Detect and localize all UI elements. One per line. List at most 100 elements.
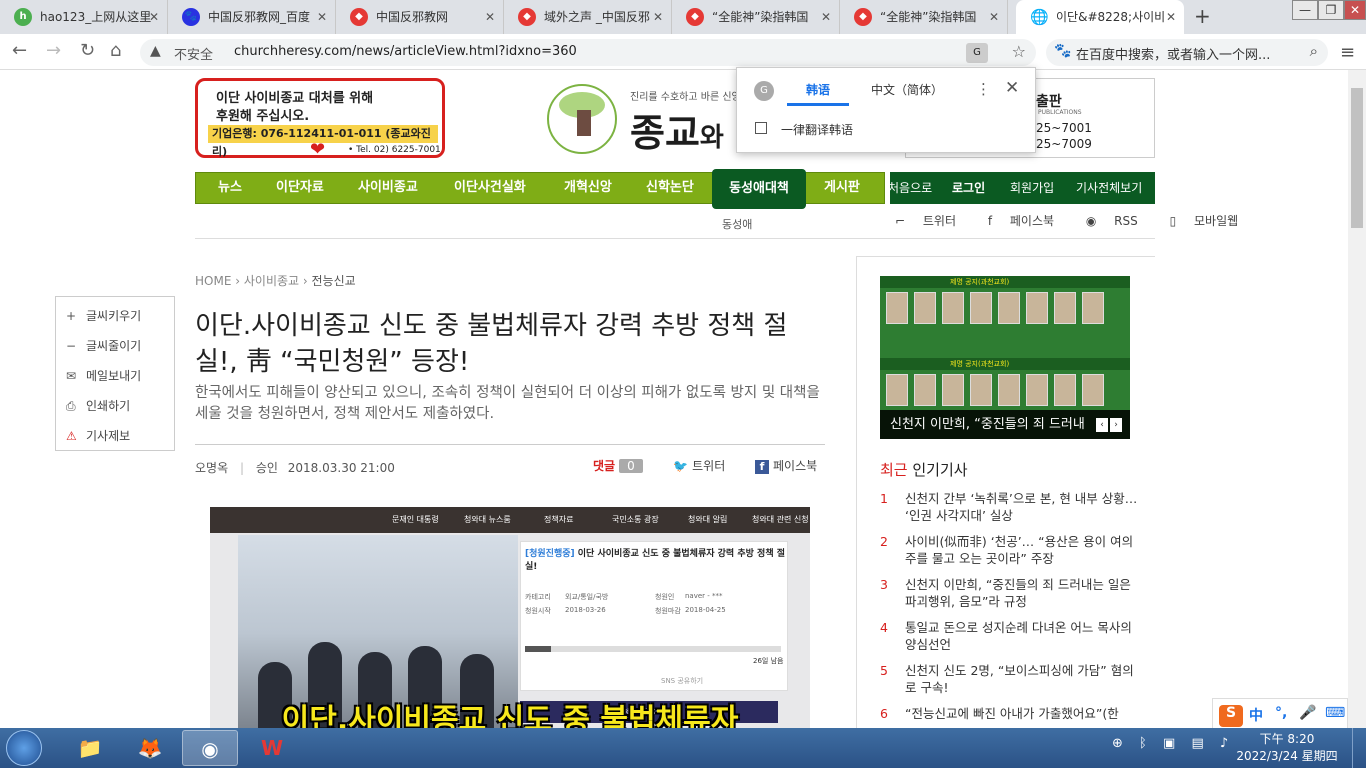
breadcrumb-current[interactable]: 전능신교	[312, 274, 356, 288]
nav-home[interactable]: 처음으로	[888, 172, 932, 204]
device-icon[interactable]: ▣	[1163, 736, 1175, 751]
url-text[interactable]: churchheresy.com/news/articleView.html?i…	[234, 44, 577, 59]
site-logo[interactable]	[547, 84, 617, 154]
start-button[interactable]	[6, 730, 42, 766]
slider-caption[interactable]: 신천지 이만희, “중진들의 죄 드러내	[880, 410, 1130, 439]
vpn-icon[interactable]: ⊕	[1112, 736, 1123, 751]
mobile-icon: ▯	[1169, 214, 1180, 228]
nav-cult-religion[interactable]: 사이비종교	[358, 173, 418, 203]
keyboard-icon[interactable]: ⌨	[1325, 705, 1345, 721]
source-language-tab[interactable]: 韩语	[787, 74, 849, 106]
close-icon[interactable]: ✕	[485, 0, 495, 34]
baidu-search-box[interactable]: 🐾 在百度中搜索，或者输入一个网... ⌕	[1046, 39, 1328, 66]
comments-button[interactable]: 댓글 0	[593, 457, 643, 474]
nav-login[interactable]: 로그인	[952, 172, 985, 204]
close-icon[interactable]: ✕	[653, 0, 663, 34]
network-icon[interactable]: ▤	[1191, 736, 1203, 751]
wps-icon[interactable]: W	[244, 730, 300, 766]
chevron-right-icon[interactable]: ›	[1110, 418, 1122, 432]
close-icon[interactable]: ✕	[821, 0, 831, 34]
chevron-left-icon[interactable]: ‹	[1096, 418, 1108, 432]
nav-reformed-faith[interactable]: 개혁신앙	[564, 173, 612, 203]
close-icon[interactable]: ✕	[317, 0, 327, 34]
mobile-link[interactable]: ▯ 모바일웹	[1170, 214, 1253, 228]
home-icon[interactable]: ⌂	[110, 40, 121, 61]
clock[interactable]: 下午 8:20 2022/3/24 星期四	[1232, 731, 1342, 765]
nav-homosexuality-active[interactable]: 동성애대책	[712, 169, 806, 209]
search-placeholder[interactable]: 在百度中搜索，或者输入一个网...	[1076, 44, 1270, 63]
tab-hao123[interactable]: h hao123_上网从这里 ✕	[0, 0, 168, 34]
twitter-link[interactable]: ⌐ 트위터	[895, 214, 970, 228]
sogou-logo-icon[interactable]: S	[1219, 705, 1243, 727]
close-icon[interactable]: ✕	[1166, 0, 1176, 34]
close-icon[interactable]: ✕	[989, 0, 999, 34]
close-icon[interactable]: ✕	[149, 0, 159, 34]
article-tools: + 글씨키우기 − 글씨줄이기 ✉ 메일보내기 ⎙ 인쇄하기 ⚠ 기사제보	[55, 296, 175, 451]
warning-icon[interactable]: ▲	[150, 43, 161, 59]
nav-theology[interactable]: 신학논단	[646, 173, 694, 203]
address-bar[interactable]: ▲ 不安全 churchheresy.com/news/articleView.…	[140, 39, 1036, 66]
share-twitter-button[interactable]: 🐦 트위터	[673, 457, 725, 474]
back-arrow-icon[interactable]: ←	[12, 40, 27, 61]
facebook-icon: f	[755, 460, 769, 474]
ime-punctuation[interactable]: °,	[1275, 705, 1287, 721]
new-tab-button[interactable]: +	[1194, 4, 1211, 28]
featured-slider[interactable]: 제명 공지(과천교회) 제명 공지(과천교회) 신천지 이만희, “중진들의 죄…	[880, 276, 1130, 439]
volume-icon[interactable]: ♪	[1220, 736, 1228, 751]
tab-baidu[interactable]: 🐾 中国反邪教网_百度 ✕	[168, 0, 336, 34]
tab-active-churchheresy[interactable]: 🌐 이단&#8228;사이비 ✕	[1016, 0, 1184, 34]
always-translate-label[interactable]: 一律翻译韩语	[781, 121, 853, 138]
nav-heresy-cases[interactable]: 이단사건실화	[454, 173, 526, 203]
sub-navigation-item[interactable]: 동성애	[722, 216, 752, 232]
tab-yuwai[interactable]: ◆ 域外之声 _中国反邪 ✕	[504, 0, 672, 34]
maximize-button[interactable]: ❐	[1318, 0, 1344, 20]
scrollbar-thumb[interactable]	[1351, 88, 1363, 228]
file-explorer-icon[interactable]: 📁	[62, 730, 118, 766]
close-icon[interactable]: ✕	[1005, 78, 1019, 98]
tab-quanneng-1[interactable]: ◆ “全能神”染指韩国 ✕	[672, 0, 840, 34]
report-button[interactable]: ⚠ 기사제보	[66, 427, 130, 444]
site-name[interactable]: 종교와	[630, 102, 724, 157]
more-options-icon[interactable]: ⋮	[976, 80, 991, 98]
ime-chinese-mode[interactable]: 中	[1249, 705, 1263, 725]
microphone-icon[interactable]: 🎤	[1299, 705, 1316, 721]
always-translate-checkbox[interactable]	[755, 122, 767, 134]
show-desktop-button[interactable]	[1352, 728, 1366, 768]
donation-banner[interactable]: 이단 사이비종교 대처를 위해 후원해 주십시오. 기업은행: 076-1124…	[195, 78, 445, 160]
font-decrease-button[interactable]: − 글씨줄이기	[66, 337, 141, 354]
tab-chinafxj[interactable]: ◆ 中国反邪教网 ✕	[336, 0, 504, 34]
author-name[interactable]: 오명옥	[195, 461, 228, 475]
firefox-icon[interactable]: 🦊	[122, 730, 178, 766]
translate-icon[interactable]: G	[966, 43, 988, 63]
font-increase-button[interactable]: + 글씨키우기	[66, 307, 141, 324]
nav-news[interactable]: 뉴스	[218, 173, 242, 203]
chrome-icon[interactable]: ◉	[182, 730, 238, 766]
facebook-link[interactable]: f 페이스북	[988, 214, 1068, 228]
nav-board[interactable]: 게시판	[824, 173, 860, 203]
breadcrumb-home[interactable]: HOME	[195, 274, 231, 288]
nav-heresy-data[interactable]: 이단자료	[276, 173, 324, 203]
facebook-icon: f	[987, 214, 996, 228]
rss-link[interactable]: ◉ RSS	[1086, 214, 1152, 228]
browser-menu-icon[interactable]: ≡	[1340, 42, 1355, 63]
breadcrumb-section[interactable]: 사이비종교	[244, 274, 299, 288]
target-language-tab[interactable]: 中文（简体）	[855, 74, 959, 106]
article-image[interactable]: 문재인 대통령 청와대 뉴스룸 정책자료 국민소통 광장 청와대 알림 청와대 …	[210, 507, 810, 728]
page-scrollbar[interactable]	[1348, 70, 1366, 728]
bookmark-star-icon[interactable]: ☆	[1012, 42, 1026, 61]
email-button[interactable]: ✉ 메일보내기	[66, 367, 141, 384]
tab-quanneng-2[interactable]: ◆ “全能神”染指韩国 ✕	[840, 0, 1008, 34]
bluetooth-icon[interactable]: ᛒ	[1139, 736, 1147, 751]
reload-icon[interactable]: ↻	[80, 40, 95, 61]
minimize-button[interactable]: —	[1292, 0, 1318, 20]
share-facebook-button[interactable]: f 페이스북	[755, 457, 817, 474]
security-label[interactable]: 不安全	[174, 44, 213, 63]
forward-arrow-icon[interactable]: →	[46, 40, 61, 61]
petition-card: [청원진행중] 이단 사이비종교 신도 중 불법체류자 강력 추방 정책 절실!…	[520, 541, 788, 691]
search-icon[interactable]: ⌕	[1310, 42, 1318, 60]
window-close-button[interactable]: ✕	[1344, 0, 1366, 20]
nav-signup[interactable]: 회원가입	[1010, 172, 1054, 204]
divider	[195, 238, 1155, 239]
nav-all-articles[interactable]: 기사전체보기	[1076, 172, 1142, 204]
print-button[interactable]: ⎙ 인쇄하기	[66, 397, 130, 414]
